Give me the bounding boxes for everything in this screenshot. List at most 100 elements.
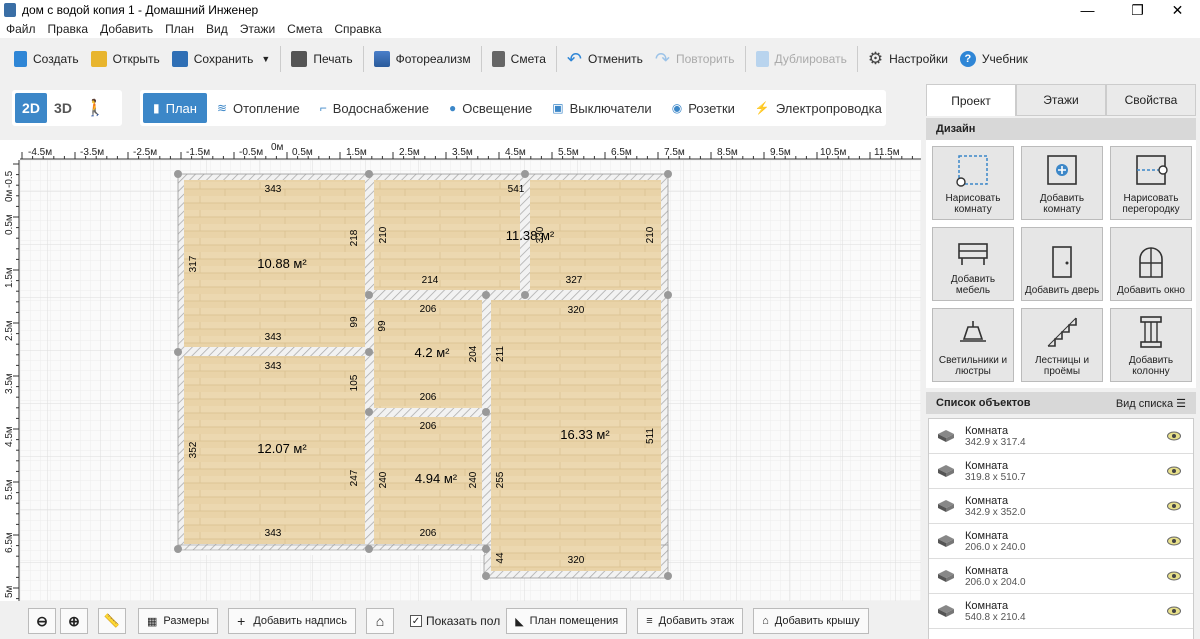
open-button[interactable]: Открыть — [85, 44, 166, 74]
zoom-in-button[interactable]: ⊕ — [60, 608, 88, 634]
add-column-button[interactable]: Добавить колонну — [1110, 308, 1192, 382]
column-icon — [1140, 316, 1162, 348]
tab-sockets[interactable]: ◉ Розетки — [662, 93, 745, 123]
socket-icon: ◉ — [671, 101, 683, 115]
sizes-button[interactable]: ▦ Размеры — [138, 608, 219, 634]
duplicate-button[interactable]: Дублировать — [750, 44, 853, 74]
zoom-out-button[interactable]: ⊖ — [28, 608, 56, 634]
draw-room-button[interactable]: Нарисовать комнату — [932, 146, 1014, 220]
maximize-button[interactable]: ❐ — [1115, 0, 1160, 20]
menu-floors[interactable]: Этажи — [240, 22, 275, 36]
ruler-label: 1.5м — [4, 267, 15, 288]
show-floor-checkbox[interactable]: ✓ Показать пол — [409, 614, 500, 628]
stairs-button[interactable]: Лестницы и проёмы — [1021, 308, 1103, 382]
menu-add[interactable]: Добавить — [100, 22, 153, 36]
home-button[interactable]: ⌂ — [365, 608, 394, 634]
ruler-label: -3.5м — [80, 147, 104, 158]
list-item[interactable]: Комната 540.8 x 210.4 — [929, 594, 1193, 629]
tab-floors[interactable]: Этажи — [1016, 84, 1106, 116]
menu-plan[interactable]: План — [165, 22, 194, 36]
close-button[interactable]: ✕ — [1155, 0, 1200, 20]
duplicate-icon — [755, 51, 769, 67]
dim-label: 240 — [378, 471, 389, 488]
room-16-33[interactable]: 16.33 м² 320 211 511 255 44 320 — [491, 300, 661, 571]
eye-icon[interactable] — [1167, 571, 1181, 581]
help-icon: ? — [959, 51, 976, 67]
tab-properties[interactable]: Свойства — [1106, 84, 1196, 116]
list-item[interactable]: Комната 342.9 x 317.4 — [929, 419, 1193, 454]
menu-help[interactable]: Справка — [334, 22, 381, 36]
walk-mode-button[interactable]: 🚶 — [79, 93, 111, 123]
menu-estimate[interactable]: Смета — [287, 22, 322, 36]
right-panel: Проект Этажи Свойства Дизайн Нарисовать … — [926, 84, 1196, 639]
room-12-07[interactable]: 12.07 м² 343 352 105 247 343 — [184, 356, 365, 544]
tab-plan[interactable]: ▮ План — [143, 93, 207, 123]
add-floor-button[interactable]: ≡ Добавить этаж — [637, 608, 744, 634]
add-label-button[interactable]: + Добавить надпись — [228, 608, 356, 634]
eye-icon[interactable] — [1167, 536, 1181, 546]
create-button[interactable]: Создать — [8, 44, 85, 74]
list-item[interactable]: Комната 319.8 x 510.7 — [929, 454, 1193, 489]
room-11-38[interactable]: 11.38 м² 541 210 214 327 210 330 — [374, 180, 661, 290]
add-room-button[interactable]: Добавить комнату — [1021, 146, 1103, 220]
list-item[interactable]: Комната 206.0 x 204.0 — [929, 559, 1193, 594]
add-furniture-button[interactable]: Добавить мебель — [932, 227, 1014, 301]
ruler-label: 4.5м — [4, 426, 15, 447]
tab-water[interactable]: ⌐ Водоснабжение — [310, 93, 439, 123]
room-4-94[interactable]: 4.94 м² 206 240 240 206 — [374, 417, 482, 544]
room-icon — [938, 500, 954, 512]
ruler-label: -4.5м — [28, 147, 52, 158]
ruler-label: 11.5м — [874, 147, 900, 158]
tab-wiring[interactable]: ⚡ Электропроводка — [745, 93, 892, 123]
floor-plan-svg[interactable]: -4.5м -3.5м -2.5м -1.5м -0.5м 0м 0.5м 1.… — [0, 140, 921, 601]
menu-view[interactable]: Вид — [206, 22, 228, 36]
eye-icon[interactable] — [1167, 431, 1181, 441]
save-button[interactable]: Сохранить ▼ — [166, 44, 277, 74]
estimate-button[interactable]: Смета — [486, 44, 552, 74]
mode-2d-button[interactable]: 2D — [15, 93, 47, 123]
add-roof-button[interactable]: ⌂ Добавить крышу — [753, 608, 869, 634]
chevron-down-icon[interactable]: ▼ — [261, 54, 270, 64]
ruler-label: 2.5м — [4, 320, 15, 341]
room-plan-icon: ◣ — [515, 615, 524, 628]
room-10-88[interactable]: 10.88 м² 343 317 218 99 343 — [184, 180, 365, 347]
menu-edit[interactable]: Правка — [48, 22, 89, 36]
menu-file[interactable]: Файл — [6, 22, 36, 36]
draw-partition-button[interactable]: Нарисовать перегородку — [1110, 146, 1192, 220]
tutorial-button[interactable]: ? Учебник — [954, 44, 1034, 74]
undo-button[interactable]: ↶ Отменить — [561, 44, 649, 74]
dim-label: 317 — [188, 255, 199, 272]
photorealism-button[interactable]: Фотореализм — [368, 44, 477, 74]
dim-label: 327 — [566, 275, 583, 286]
ruler-label: 2.5м — [399, 147, 420, 158]
redo-button[interactable]: ↷ Повторить — [649, 44, 741, 74]
eye-icon[interactable] — [1167, 501, 1181, 511]
tab-lighting[interactable]: ● Освещение — [439, 93, 542, 123]
dim-label: 206 — [420, 304, 437, 315]
add-window-button[interactable]: Добавить окно — [1110, 227, 1192, 301]
list-item[interactable]: Комната 206.0 x 240.0 — [929, 524, 1193, 559]
tab-heating[interactable]: ≋ Отопление — [207, 93, 310, 123]
lamp-icon — [960, 321, 986, 342]
lights-button[interactable]: Светильники и люстры — [932, 308, 1014, 382]
ruler-label: 10.5м — [820, 147, 846, 158]
plan-canvas[interactable]: -4.5м -3.5м -2.5м -1.5м -0.5м 0м 0.5м 1.… — [0, 140, 921, 601]
add-door-button[interactable]: Добавить дверь — [1021, 227, 1103, 301]
tab-project[interactable]: Проект — [926, 84, 1016, 116]
mode-3d-button[interactable]: 3D — [47, 93, 79, 123]
ruler-button[interactable]: 📏 — [98, 608, 126, 634]
list-view-toggle[interactable]: Вид списка ☰ — [1116, 397, 1186, 410]
eye-icon[interactable] — [1167, 466, 1181, 476]
grid-icon: ▦ — [147, 615, 158, 628]
tab-switches[interactable]: ▣ Выключатели — [542, 93, 661, 123]
room-4-2[interactable]: 4.2 м² 206 99 204 206 — [374, 300, 482, 408]
minimize-button[interactable]: — — [1065, 0, 1110, 20]
ruler-label: 5.5м — [558, 147, 579, 158]
design-tools: Нарисовать комнату Добавить комнату Нари… — [926, 140, 1196, 388]
eye-icon[interactable] — [1167, 606, 1181, 616]
list-item[interactable]: Комната 342.9 x 352.0 — [929, 489, 1193, 524]
room-plan-button[interactable]: ◣ План помещения — [506, 608, 628, 634]
dim-label: 206 — [420, 421, 437, 432]
settings-button[interactable]: ⚙ Настройки — [862, 44, 954, 74]
print-button[interactable]: Печать — [285, 44, 358, 74]
